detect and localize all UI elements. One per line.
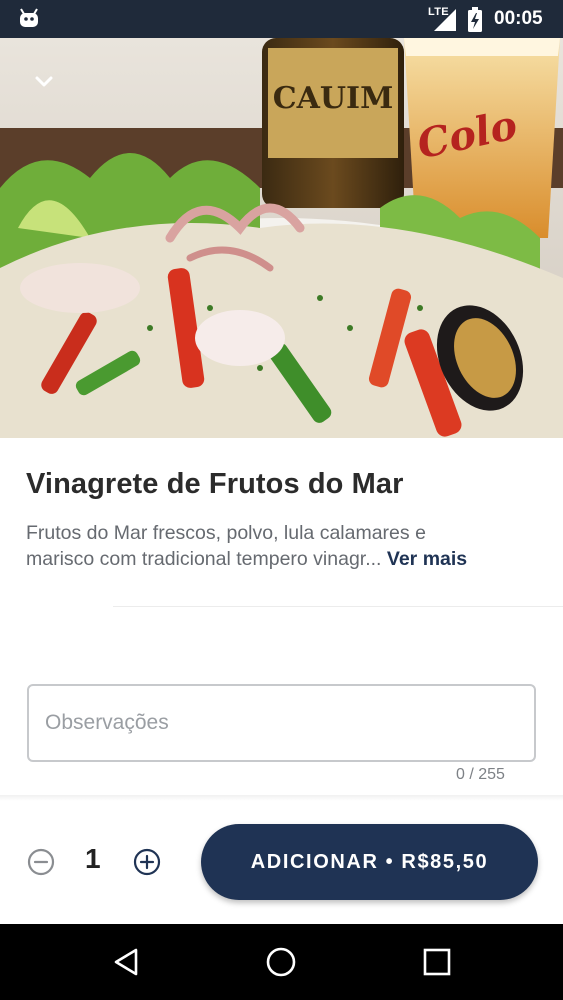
signal-icon bbox=[434, 9, 456, 31]
navigation-bar bbox=[0, 924, 563, 1000]
clock: 00:05 bbox=[494, 8, 543, 29]
product-photo: CAUIM Colo bbox=[0, 38, 563, 438]
char-counter: 0 / 255 bbox=[456, 766, 505, 783]
bottle-label: CAUIM bbox=[273, 81, 394, 116]
product-title: Vinagrete de Frutos do Mar bbox=[26, 468, 404, 500]
notes-input[interactable] bbox=[29, 686, 534, 760]
recents-icon[interactable] bbox=[421, 946, 453, 978]
quantity-value: 1 bbox=[85, 843, 101, 874]
divider bbox=[113, 606, 563, 607]
back-icon[interactable] bbox=[110, 946, 142, 978]
description-line: marisco com tradicional tempero vinagr..… bbox=[26, 546, 546, 572]
product-description: Frutos do Mar frescos, polvo, lula calam… bbox=[26, 520, 546, 572]
android-icon bbox=[20, 8, 38, 27]
decrease-quantity-button[interactable] bbox=[27, 848, 55, 876]
battery-icon bbox=[468, 7, 482, 32]
description-truncated: marisco com tradicional tempero vinagr..… bbox=[26, 548, 382, 570]
home-icon[interactable] bbox=[265, 946, 297, 978]
product-info: Vinagrete de Frutos do Mar Frutos do Mar… bbox=[0, 438, 563, 610]
description-line: Frutos do Mar frescos, polvo, lula calam… bbox=[26, 522, 426, 544]
product-image: CAUIM Colo bbox=[0, 38, 563, 438]
notes-field[interactable] bbox=[27, 684, 536, 762]
add-to-cart-button[interactable]: ADICIONAR • R$85,50 bbox=[201, 824, 538, 900]
collapse-button[interactable] bbox=[28, 66, 60, 98]
add-to-cart-label: ADICIONAR • R$85,50 bbox=[250, 850, 489, 873]
increase-quantity-button[interactable] bbox=[133, 848, 161, 876]
see-more-link[interactable]: Ver mais bbox=[387, 548, 467, 570]
bottom-bar-shadow bbox=[0, 795, 563, 801]
chevron-down-icon bbox=[35, 76, 53, 87]
status-bar: LTE 00:05 bbox=[0, 0, 563, 38]
